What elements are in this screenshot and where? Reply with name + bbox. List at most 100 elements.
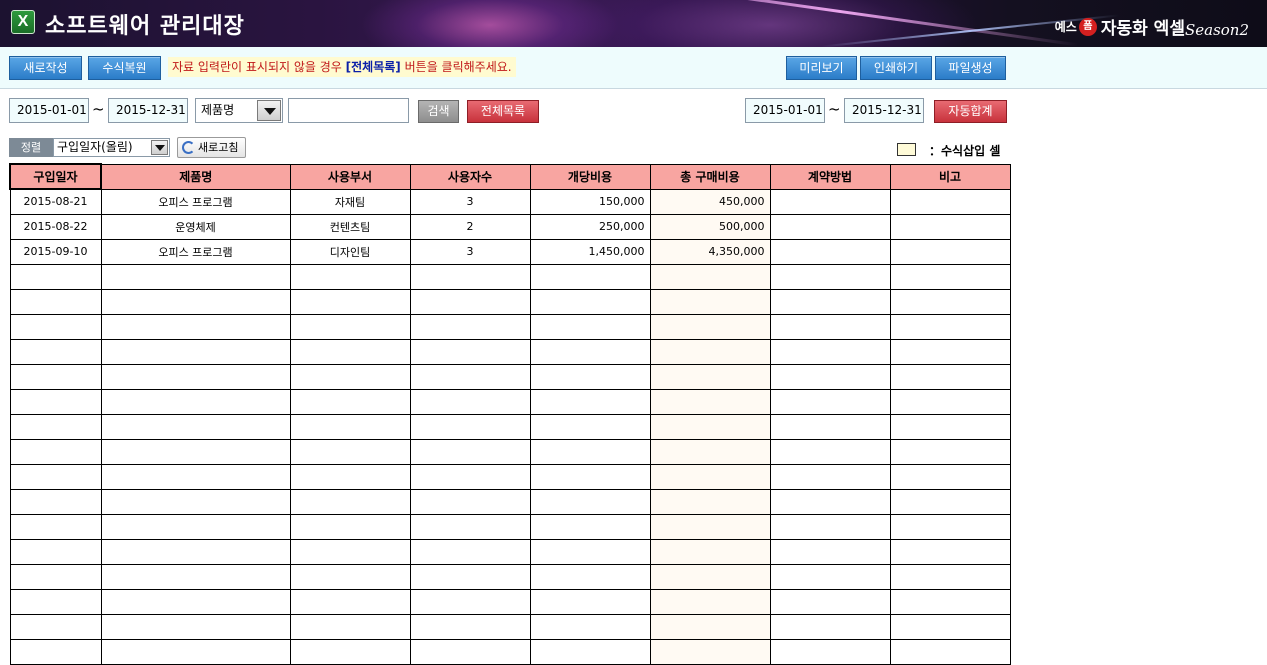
total-cost-cell[interactable] [649,338,771,365]
note-cell[interactable] [889,463,1011,490]
contract-method-cell[interactable] [769,188,891,215]
purchase-date-cell[interactable] [9,413,102,440]
dropdown-arrow-icon[interactable] [257,100,281,121]
note-cell[interactable] [889,588,1011,615]
total-cost-cell[interactable] [649,538,771,565]
purchase-date-cell[interactable] [9,313,102,340]
unit-cost-cell[interactable] [529,413,651,440]
product-cell[interactable]: 오피스 프로그램 [100,238,291,265]
unit-cost-cell[interactable] [529,538,651,565]
print-button[interactable]: 인쇄하기 [860,56,932,80]
user-count-cell[interactable] [409,438,531,465]
contract-method-cell[interactable] [769,538,891,565]
column-header-user-count[interactable]: 사용자수 [409,163,531,190]
preview-button[interactable]: 미리보기 [786,56,857,80]
unit-cost-cell[interactable] [529,363,651,390]
purchase-date-cell[interactable] [9,513,102,540]
contract-method-cell[interactable] [769,513,891,540]
sum-date-to-input[interactable]: 2015-12-31 [844,98,924,123]
unit-cost-cell[interactable] [529,388,651,415]
total-cost-cell[interactable]: 450,000 [649,188,771,215]
purchase-date-cell[interactable]: 2015-08-22 [9,213,102,240]
note-cell[interactable] [889,313,1011,340]
purchase-date-cell[interactable] [9,563,102,590]
user-count-cell[interactable]: 3 [409,238,531,265]
user-count-cell[interactable] [409,288,531,315]
department-cell[interactable] [289,488,411,515]
total-cost-cell[interactable] [649,488,771,515]
dropdown-arrow-icon[interactable] [151,140,168,155]
department-cell[interactable] [289,538,411,565]
note-cell[interactable] [889,438,1011,465]
total-cost-cell[interactable]: 500,000 [649,213,771,240]
contract-method-cell[interactable] [769,213,891,240]
auto-sum-button[interactable]: 자동합계 [934,100,1007,123]
total-cost-cell[interactable] [649,563,771,590]
purchase-date-cell[interactable] [9,288,102,315]
contract-method-cell[interactable] [769,263,891,290]
purchase-date-cell[interactable] [9,438,102,465]
purchase-date-cell[interactable] [9,363,102,390]
search-button[interactable]: 검색 [418,100,459,123]
product-cell[interactable]: 오피스 프로그램 [100,188,291,215]
department-cell[interactable] [289,613,411,640]
contract-method-cell[interactable] [769,488,891,515]
all-list-button[interactable]: 전체목록 [467,100,539,123]
purchase-date-cell[interactable] [9,488,102,515]
product-cell[interactable] [100,438,291,465]
note-cell[interactable] [889,413,1011,440]
contract-method-cell[interactable] [769,563,891,590]
contract-method-cell[interactable] [769,463,891,490]
contract-method-cell[interactable] [769,288,891,315]
contract-method-cell[interactable] [769,588,891,615]
total-cost-cell[interactable] [649,363,771,390]
note-cell[interactable] [889,213,1011,240]
contract-method-cell[interactable] [769,438,891,465]
search-field-select[interactable]: 제품명 [195,98,283,123]
file-create-button[interactable]: 파일생성 [935,56,1006,80]
date-to-input[interactable]: 2015-12-31 [108,98,188,123]
unit-cost-cell[interactable] [529,463,651,490]
restore-formula-button[interactable]: 수식복원 [88,56,161,80]
total-cost-cell[interactable] [649,438,771,465]
note-cell[interactable] [889,613,1011,640]
user-count-cell[interactable]: 2 [409,213,531,240]
user-count-cell[interactable] [409,463,531,490]
total-cost-cell[interactable] [649,413,771,440]
column-header-product[interactable]: 제품명 [100,163,291,190]
unit-cost-cell[interactable] [529,263,651,290]
product-cell[interactable]: 운영체제 [100,213,291,240]
sort-select[interactable]: 구입일자(올림) [53,138,170,157]
product-cell[interactable] [100,488,291,515]
product-cell[interactable] [100,288,291,315]
unit-cost-cell[interactable] [529,563,651,590]
department-cell[interactable] [289,388,411,415]
user-count-cell[interactable] [409,613,531,640]
unit-cost-cell[interactable]: 150,000 [529,188,651,215]
date-from-input[interactable]: 2015-01-01 [9,98,89,123]
note-cell[interactable] [889,263,1011,290]
total-cost-cell[interactable] [649,313,771,340]
note-cell[interactable] [889,538,1011,565]
purchase-date-cell[interactable]: 2015-08-21 [9,188,102,215]
department-cell[interactable]: 자재팀 [289,188,411,215]
department-cell[interactable]: 컨텐츠팀 [289,213,411,240]
purchase-date-cell[interactable] [9,538,102,565]
total-cost-cell[interactable] [649,513,771,540]
total-cost-cell[interactable] [649,463,771,490]
total-cost-cell[interactable]: 4,350,000 [649,238,771,265]
contract-method-cell[interactable] [769,338,891,365]
purchase-date-cell[interactable] [9,263,102,290]
user-count-cell[interactable] [409,538,531,565]
department-cell[interactable] [289,288,411,315]
column-header-purchase-date[interactable]: 구입일자 [9,163,102,190]
product-cell[interactable] [100,513,291,540]
product-cell[interactable] [100,413,291,440]
note-cell[interactable] [889,288,1011,315]
note-cell[interactable] [889,238,1011,265]
department-cell[interactable]: 디자인팀 [289,238,411,265]
note-cell[interactable] [889,513,1011,540]
unit-cost-cell[interactable] [529,313,651,340]
sum-date-from-input[interactable]: 2015-01-01 [745,98,825,123]
unit-cost-cell[interactable]: 1,450,000 [529,238,651,265]
